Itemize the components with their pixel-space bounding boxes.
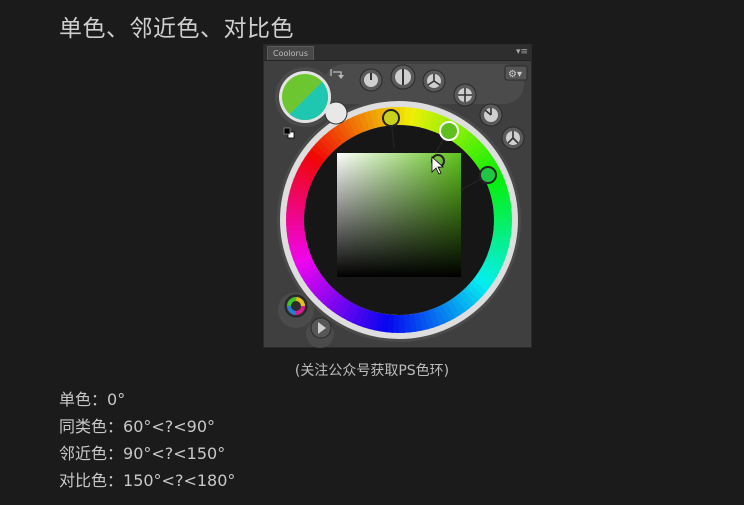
coolorus-panel: Coolorus ▾≡ ⚙▾: [263, 44, 532, 348]
harmony-quad-icon[interactable]: [453, 83, 477, 107]
svg-text:⚙▾: ⚙▾: [508, 69, 522, 80]
panel-tab[interactable]: Coolorus: [267, 46, 315, 60]
note-label: 同类色：: [59, 417, 124, 436]
note-value: 0°: [107, 390, 126, 409]
page-title: 单色、邻近色、对比色: [59, 16, 294, 42]
hue-handle-main[interactable]: [439, 121, 459, 141]
note-line-similar: 同类色：60°<?<90°: [59, 413, 215, 437]
default-colors-icon[interactable]: [283, 127, 295, 139]
hue-handle-right[interactable]: [479, 166, 497, 184]
note-value: 90°<?<150°: [123, 444, 226, 463]
note-label: 邻近色：: [59, 444, 124, 463]
note-value: 60°<?<90°: [123, 417, 216, 436]
panel-header: Coolorus ▾≡: [264, 45, 531, 61]
note-value: 150°<?<180°: [123, 471, 236, 490]
hue-handle-left[interactable]: [382, 109, 400, 127]
note-label: 单色：: [59, 390, 108, 409]
mini-wheel-icon[interactable]: [284, 294, 308, 318]
harmony-split-icon[interactable]: [501, 126, 525, 150]
figure-caption: (关注公众号获取PS色环): [294, 363, 450, 379]
harmony-mono-icon[interactable]: [359, 68, 383, 92]
play-icon[interactable]: [310, 317, 332, 339]
panel-menu-icon[interactable]: ▾≡: [516, 46, 528, 59]
color-wheel-area: ⚙▾: [275, 64, 528, 348]
harmony-triad-icon[interactable]: [422, 69, 446, 93]
note-line-contrast: 对比色：150°<?<180°: [59, 467, 235, 491]
note-line-mono: 单色：0°: [59, 386, 125, 410]
note-line-analogous: 邻近色：90°<?<150°: [59, 440, 225, 464]
harmony-analogous-icon[interactable]: [479, 103, 503, 127]
settings-gear-icon[interactable]: ⚙▾: [504, 65, 528, 81]
note-label: 对比色：: [59, 471, 124, 490]
harmony-complementary-icon[interactable]: [390, 64, 416, 90]
